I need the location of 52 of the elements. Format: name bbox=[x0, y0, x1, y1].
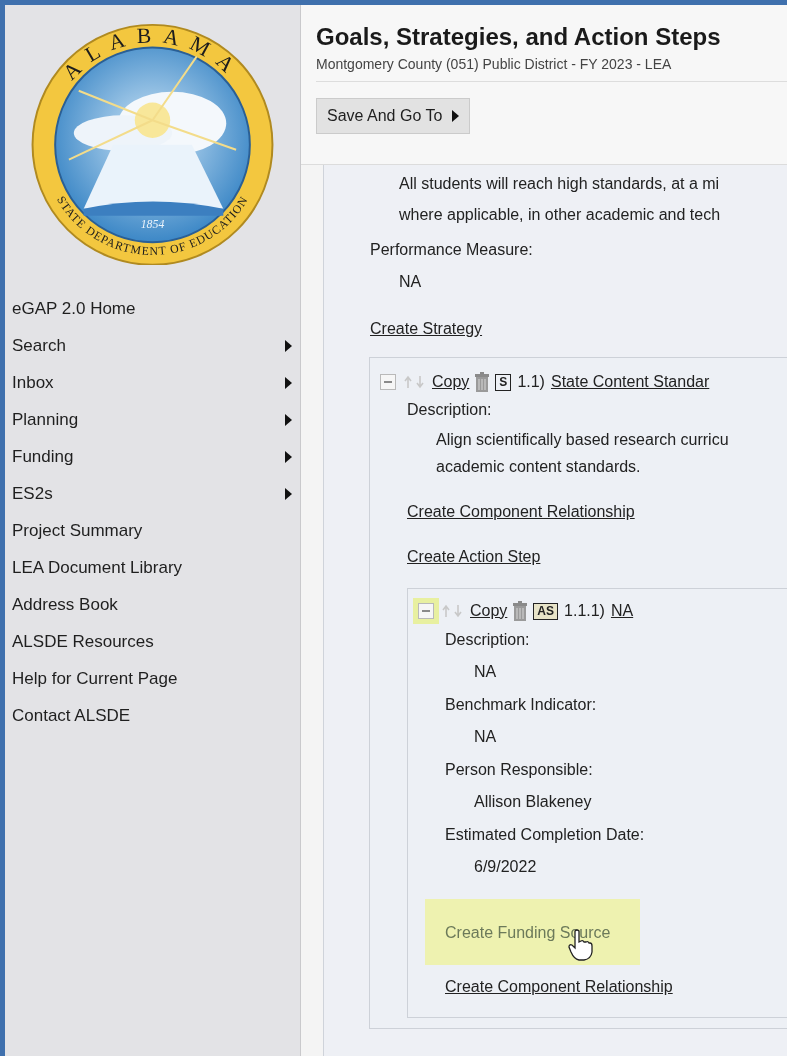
submenu-arrow-icon bbox=[285, 376, 292, 389]
submenu-arrow-icon bbox=[285, 413, 292, 426]
nav-item[interactable]: Search bbox=[5, 327, 300, 364]
nav-item[interactable]: Inbox bbox=[5, 364, 300, 401]
create-link[interactable]: Create Component Relationship bbox=[407, 498, 635, 525]
field-value: NA bbox=[398, 272, 422, 292]
action-step-number: 1.1.1) bbox=[564, 602, 605, 620]
goal-description: All students will reach high standards, at a mi bbox=[398, 174, 720, 194]
strategy-number: 1.1) bbox=[517, 373, 545, 391]
nav-item[interactable]: Help for Current Page bbox=[5, 660, 300, 697]
nav-item[interactable]: Planning bbox=[5, 401, 300, 438]
strategy-badge: S bbox=[495, 373, 512, 391]
nav-item[interactable]: Contact ALSDE bbox=[5, 697, 300, 734]
field-label: Estimated Completion Date: bbox=[445, 825, 645, 845]
field-value: NA bbox=[473, 727, 497, 747]
strategy-description: Align scientifically based research curricu bbox=[435, 430, 729, 450]
collapse-toggle[interactable] bbox=[418, 603, 434, 619]
field-label: Description: bbox=[445, 630, 530, 650]
field-label: Benchmark Indicator: bbox=[445, 695, 597, 715]
save-and-go-to-button[interactable]: Save And Go To bbox=[316, 98, 471, 134]
field-value: Allison Blakeney bbox=[473, 792, 592, 812]
nav-item[interactable]: Project Summary bbox=[5, 512, 300, 549]
field-label: Performance Measure: bbox=[370, 240, 533, 260]
trash-icon[interactable] bbox=[513, 601, 528, 621]
create-link[interactable]: Create Component Relationship bbox=[445, 978, 673, 995]
create-strategy-link[interactable]: Create Strategy bbox=[370, 315, 483, 342]
strategy-description: academic content standards. bbox=[435, 457, 641, 477]
page-title: Goals, Strategies, and Action Steps bbox=[316, 23, 722, 51]
copy-link[interactable]: Copy bbox=[470, 602, 508, 620]
nav-item[interactable]: Address Book bbox=[5, 586, 300, 623]
submenu-arrow-icon bbox=[285, 339, 292, 352]
trash-icon[interactable] bbox=[475, 372, 490, 392]
create-link[interactable]: Create Action Step bbox=[407, 543, 541, 570]
nav-item[interactable]: Funding bbox=[5, 438, 300, 475]
page-subtitle: Montgomery County (051) Public District - FY 2023 - LEA bbox=[316, 56, 787, 82]
field-value: 6/9/2022 bbox=[473, 857, 537, 877]
field-label: Description: bbox=[407, 400, 492, 420]
goal-description: where applicable, in other academic and tech bbox=[398, 205, 721, 225]
submenu-arrow-icon bbox=[285, 450, 292, 463]
field-label: Person Responsible: bbox=[445, 760, 593, 780]
submenu-arrow-icon bbox=[285, 487, 292, 500]
collapse-toggle[interactable] bbox=[380, 374, 396, 390]
nav-item[interactable]: ALSDE Resources bbox=[5, 623, 300, 660]
nav-item[interactable]: LEA Document Library bbox=[5, 549, 300, 586]
copy-link[interactable]: Copy bbox=[432, 373, 470, 391]
caret-icon bbox=[452, 110, 460, 122]
action-step-badge: AS bbox=[533, 602, 559, 620]
nav-item[interactable]: ES2s bbox=[5, 475, 300, 512]
nav-item[interactable]: eGAP 2.0 Home bbox=[5, 290, 300, 327]
action-step-title-link[interactable]: NA bbox=[610, 602, 634, 620]
strategy-title-link[interactable]: State Content Standar bbox=[550, 373, 710, 391]
field-value: NA bbox=[473, 662, 497, 682]
